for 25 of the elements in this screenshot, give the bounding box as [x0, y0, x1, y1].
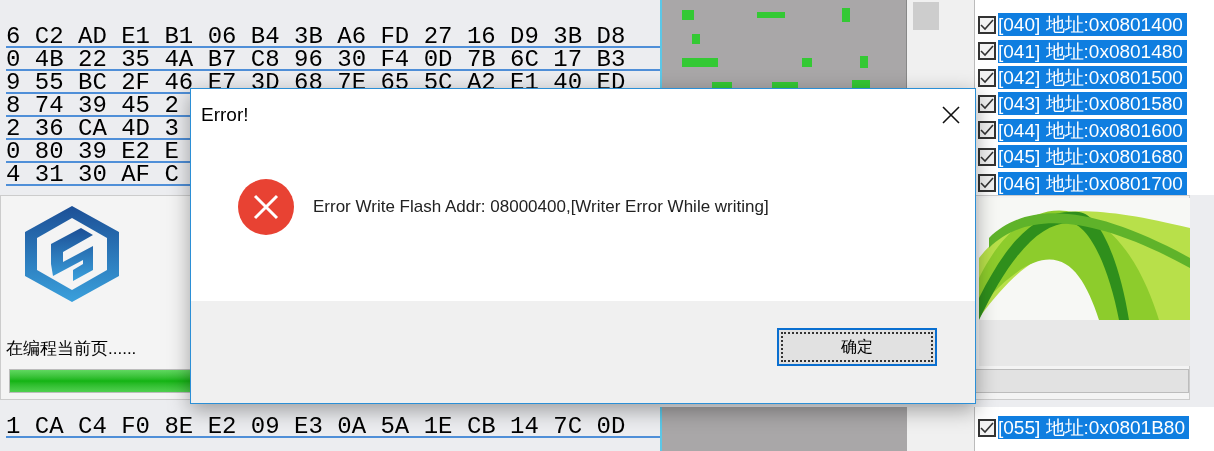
list-item[interactable]: [055] 地址:0x0801B80 [998, 416, 1189, 440]
hex-row: 0 4B 22 35 4A B7 C8 96 30 F4 0D 7B 6C 17 B3 [6, 48, 660, 71]
error-icon [237, 178, 295, 236]
error-message: Error Write Flash Addr: 08000400,[Writer Error While writing] [313, 196, 769, 219]
list-item[interactable]: [041] 地址:0x0801480 [998, 39, 1187, 63]
status-text: 在编程当前页...... [6, 338, 137, 360]
list-item[interactable]: [044] 地址:0x0801600 [998, 118, 1187, 142]
checkbox[interactable] [978, 42, 996, 61]
ok-button[interactable]: 确定 [777, 328, 937, 366]
scrollbar-thumb[interactable] [913, 2, 939, 30]
list-item[interactable]: [040] 地址:0x0801400 [998, 13, 1187, 37]
checkbox[interactable] [978, 121, 996, 140]
close-icon[interactable] [941, 105, 961, 125]
checkbox[interactable] [978, 15, 996, 34]
list-item[interactable]: [042] 地址:0x0801500 [998, 66, 1187, 90]
list-item[interactable]: [046] 地址:0x0801700 [998, 171, 1187, 195]
checkbox[interactable] [978, 94, 996, 113]
checkbox[interactable] [978, 68, 996, 87]
list-item[interactable]: [045] 地址:0x0801680 [998, 145, 1187, 169]
checkbox[interactable] [978, 174, 996, 193]
list-item[interactable]: [043] 地址:0x0801580 [998, 92, 1187, 116]
hex-row: 1 CA C4 F0 8E E2 09 E3 0A 5A 1E CB 14 7C 0D [6, 415, 660, 438]
checkbox[interactable] [978, 418, 996, 437]
checkbox[interactable] [978, 147, 996, 166]
hex-row: 6 C2 AD E1 B1 06 B4 3B A6 FD 27 16 D9 3B D8 [6, 25, 660, 48]
